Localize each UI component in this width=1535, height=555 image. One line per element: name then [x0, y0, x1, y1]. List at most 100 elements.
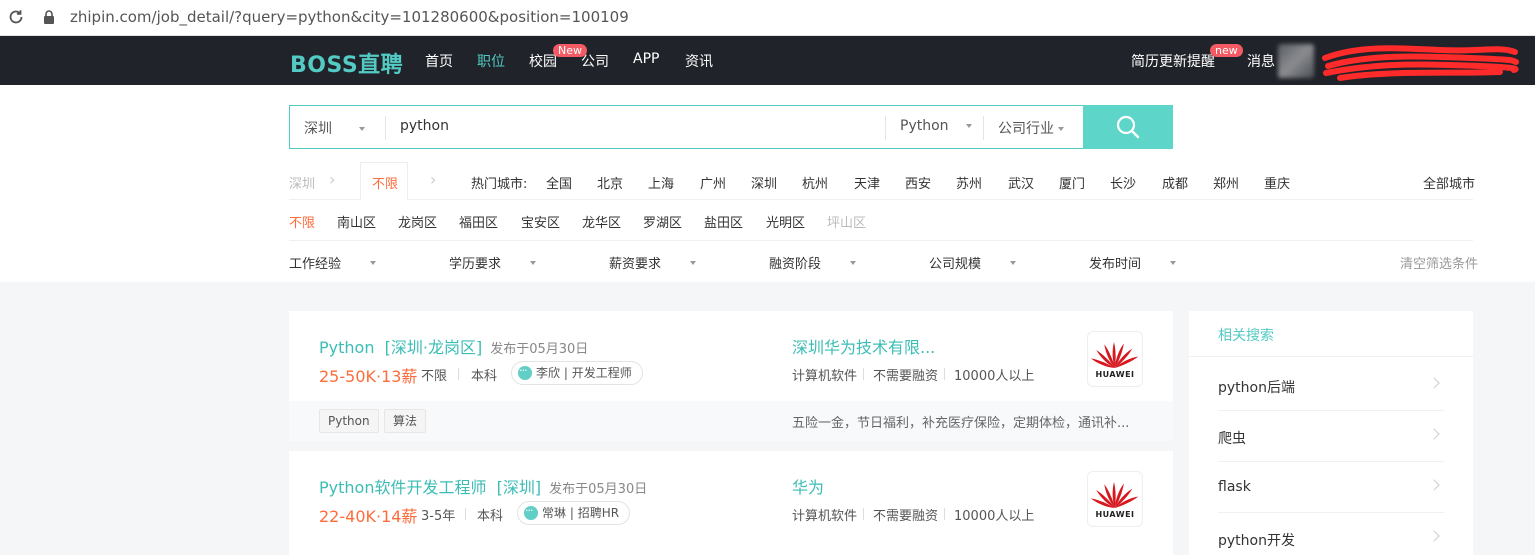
company-size: 10000人以上	[954, 369, 1035, 384]
city-item[interactable]: 武汉	[1008, 173, 1034, 192]
related-search-item[interactable]: python后端	[1218, 360, 1444, 411]
nav-home[interactable]: 首页	[425, 51, 453, 71]
search-box: 深圳 python Python 公司行业	[289, 105, 1084, 149]
city-item[interactable]: 深圳	[751, 173, 777, 192]
resume-new-badge: new	[1210, 44, 1243, 57]
nav-news[interactable]: 资讯	[685, 51, 713, 71]
hr-tag[interactable]: 常琳 | 招聘HR	[517, 500, 631, 525]
chevron-right-icon	[1428, 479, 1440, 491]
company-size: 10000人以上	[954, 509, 1035, 524]
industry-select[interactable]: 公司行业	[998, 118, 1065, 138]
job-salary: 22-40K·14薪	[319, 507, 418, 526]
city-item[interactable]: 厦门	[1059, 173, 1085, 192]
condition-filter-row: 工作经验 学历要求 薪资要求 融资阶段 公司规模 发布时间 清空筛选条件	[289, 242, 1478, 282]
chevron-down-icon	[1170, 261, 1176, 265]
chevron-right-icon: ›	[329, 170, 336, 189]
company-logo[interactable]: HUAWEI	[1087, 471, 1143, 527]
chevron-down-icon	[370, 261, 376, 265]
skill-tag: Python	[319, 409, 379, 433]
job-area: [深圳·龙岗区]	[384, 338, 483, 357]
city-item[interactable]: 成都	[1162, 173, 1188, 192]
city-select[interactable]: 深圳	[304, 118, 365, 138]
filter-salary[interactable]: 薪资要求	[609, 253, 661, 272]
district-item[interactable]: 龙华区	[582, 212, 621, 231]
chevron-down-icon	[530, 261, 536, 265]
logo-text: HUAWEI	[1095, 370, 1135, 379]
district-item[interactable]: 南山区	[337, 212, 376, 231]
district-item[interactable]: 不限	[289, 212, 315, 231]
city-item[interactable]: 西安	[905, 173, 931, 192]
nav-company[interactable]: 公司	[581, 51, 609, 71]
filter-experience[interactable]: 工作经验	[289, 253, 341, 272]
nav-app[interactable]: APP	[633, 51, 659, 67]
job-title: Python软件开发工程师	[319, 478, 487, 497]
district-item[interactable]: 宝安区	[521, 212, 560, 231]
city-item[interactable]: 北京	[597, 173, 623, 192]
city-item[interactable]: 长沙	[1110, 173, 1136, 192]
city-item[interactable]: 全国	[546, 173, 572, 192]
chevron-down-icon	[690, 261, 696, 265]
district-item[interactable]: 光明区	[766, 212, 805, 231]
huawei-logo-icon	[1090, 482, 1139, 508]
city-item[interactable]: 上海	[648, 173, 674, 192]
search-input[interactable]: python	[400, 118, 449, 134]
city-item[interactable]: 天津	[854, 173, 880, 192]
company-logo[interactable]: HUAWEI	[1087, 331, 1143, 387]
reload-icon[interactable]	[6, 7, 26, 27]
messages-link[interactable]: 消息	[1247, 51, 1275, 71]
nav-campus[interactable]: 校园	[529, 51, 557, 71]
company-finance: 不需要融资	[873, 369, 939, 384]
district-item[interactable]: 盐田区	[704, 212, 743, 231]
district-item[interactable]: 坪山区	[827, 212, 866, 231]
chevron-right-icon	[1428, 377, 1440, 389]
filter-company-size[interactable]: 公司规模	[929, 253, 981, 272]
related-search-item[interactable]: python开发	[1218, 513, 1444, 555]
search-icon	[1116, 115, 1140, 139]
company-industry: 计算机软件	[792, 509, 858, 524]
clear-filters-link[interactable]: 清空筛选条件	[1400, 253, 1478, 272]
city-unlimited[interactable]: 不限	[372, 173, 398, 192]
job-education: 本科	[471, 369, 498, 384]
job-area: [深圳]	[496, 478, 542, 497]
related-search-panel: 相关搜索 python后端 爬虫 flask python开发	[1189, 311, 1473, 555]
all-cities-link[interactable]: 全部城市	[1423, 173, 1475, 192]
divider	[385, 116, 386, 140]
position-select[interactable]: Python	[900, 118, 973, 134]
job-card[interactable]: Python软件开发工程师 [深圳] 发布于05月30日 22-40K·14薪 3…	[289, 451, 1173, 555]
related-search-title: 相关搜索	[1218, 328, 1274, 344]
filter-financing[interactable]: 融资阶段	[769, 253, 821, 272]
search-button[interactable]	[1083, 105, 1173, 149]
resume-update-link[interactable]: 简历更新提醒	[1131, 51, 1215, 71]
hr-tag[interactable]: 李欣 | 开发工程师	[511, 360, 643, 385]
search-area: 深圳 python Python 公司行业 深圳 › 不限 › 热门城市: 全国…	[0, 85, 1535, 282]
city-item[interactable]: 郑州	[1213, 173, 1239, 192]
job-card[interactable]: Python [深圳·龙岗区] 发布于05月30日 25-50K·13薪 不限 本…	[289, 311, 1173, 441]
job-title: Python	[319, 338, 375, 357]
divider	[863, 508, 864, 520]
filter-education[interactable]: 学历要求	[449, 253, 501, 272]
job-title-link[interactable]: Python [深圳·龙岗区] 发布于05月30日	[319, 334, 588, 358]
district-item[interactable]: 福田区	[459, 212, 498, 231]
district-item[interactable]: 罗湖区	[643, 212, 682, 231]
city-item[interactable]: 广州	[700, 173, 726, 192]
chevron-down-icon	[1058, 127, 1065, 131]
hr-title: 开发工程师	[571, 366, 632, 380]
city-item[interactable]: 重庆	[1264, 173, 1290, 192]
related-search-item[interactable]: flask	[1218, 462, 1444, 513]
avatar[interactable]	[1278, 44, 1314, 78]
top-navigation: BOSS直聘 首页 职位 校园 New 公司 APP 资讯 简历更新提醒 new…	[0, 36, 1535, 85]
district-item[interactable]: 龙岗区	[398, 212, 437, 231]
url-text[interactable]: zhipin.com/job_detail/?query=python&city…	[70, 8, 629, 26]
company-name-link[interactable]: 华为	[792, 474, 824, 498]
chevron-right-icon: ›	[430, 170, 437, 189]
company-name-link[interactable]: 深圳华为技术有限...	[792, 334, 935, 358]
boss-logo[interactable]: BOSS直聘	[290, 47, 403, 79]
city-item[interactable]: 苏州	[956, 173, 982, 192]
city-item[interactable]: 杭州	[802, 173, 828, 192]
related-search-item[interactable]: 爬虫	[1218, 411, 1444, 462]
nav-jobs[interactable]: 职位	[477, 51, 505, 71]
hr-title: 招聘HR	[577, 506, 620, 520]
redaction-scribble	[1322, 45, 1519, 81]
filter-publish-time[interactable]: 发布时间	[1089, 253, 1141, 272]
job-title-link[interactable]: Python软件开发工程师 [深圳] 发布于05月30日	[319, 474, 647, 498]
